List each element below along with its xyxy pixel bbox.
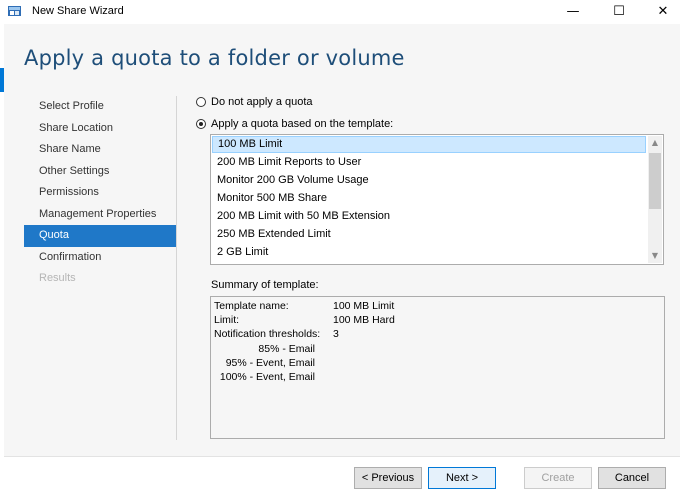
minimize-icon[interactable]: — [550, 0, 596, 24]
summary-value: 3 [333, 328, 339, 340]
template-list-scrollbar[interactable]: ▲ ▼ [648, 136, 662, 263]
summary-box: Template name: 100 MB Limit Limit: 100 MB … [210, 296, 665, 439]
threshold-item: 95% - Event, Email [225, 357, 315, 369]
previous-button[interactable]: < Previous [354, 467, 422, 489]
maximize-icon[interactable]: ☐ [596, 0, 642, 24]
nav-divider [176, 96, 177, 440]
summary-value: 100 MB Hard [333, 314, 395, 326]
threshold-item: 100% - Event, Email [219, 371, 315, 383]
cancel-button[interactable]: Cancel [598, 467, 666, 489]
create-button: Create [524, 467, 592, 489]
next-button[interactable]: Next > [428, 467, 496, 489]
radio-button-checked[interactable] [196, 119, 206, 129]
footer-divider [4, 456, 680, 457]
nav-item-quota[interactable]: Quota [24, 225, 176, 247]
radio-button[interactable] [196, 97, 206, 107]
title-bar: New Share Wizard — ☐ ✕ [0, 0, 680, 24]
template-item[interactable]: Monitor 200 GB Volume Usage [212, 172, 646, 189]
summary-key: Template name: [214, 300, 289, 312]
radio-apply-template[interactable]: Apply a quota based on the template: [196, 116, 393, 132]
template-item[interactable]: 200 MB Limit with 50 MB Extension [212, 208, 646, 225]
summary-limit-row: Limit: 100 MB Hard [214, 313, 395, 327]
nav-item-select-profile[interactable]: Select Profile [24, 96, 176, 118]
template-list[interactable]: 100 MB Limit 200 MB Limit Reports to Use… [210, 134, 664, 265]
nav-item-share-name[interactable]: Share Name [24, 139, 176, 161]
template-item[interactable]: 250 MB Extended Limit [212, 226, 646, 243]
summary-label: Summary of template: [211, 279, 319, 291]
close-icon[interactable]: ✕ [640, 0, 680, 24]
nav-item-other-settings[interactable]: Other Settings [24, 161, 176, 183]
nav-item-management-properties[interactable]: Management Properties [24, 204, 176, 226]
radio-no-quota-label: Do not apply a quota [211, 96, 313, 108]
scroll-up-icon[interactable]: ▲ [648, 136, 662, 150]
summary-key: Limit: [214, 314, 240, 326]
summary-key: Notification thresholds: [214, 328, 321, 340]
nav-item-results: Results [39, 272, 76, 284]
nav-item-confirmation[interactable]: Confirmation [24, 247, 176, 269]
share-wizard-icon [8, 6, 21, 16]
summary-thresholds-row: Notification thresholds: 3 [214, 327, 339, 341]
radio-no-quota[interactable]: Do not apply a quota [196, 94, 313, 110]
window-title: New Share Wizard [32, 5, 124, 17]
threshold-item: 85% - Email [258, 343, 315, 355]
wizard-navigation: Select Profile Share Location Share Name… [24, 96, 176, 290]
summary-template-name-row: Template name: 100 MB Limit [214, 299, 394, 313]
summary-value: 100 MB Limit [333, 300, 395, 312]
scroll-down-icon[interactable]: ▼ [648, 249, 662, 263]
page-title: Apply a quota to a folder or volume [24, 46, 405, 70]
template-item[interactable]: Monitor 500 MB Share [212, 190, 646, 207]
template-item-selected[interactable]: 100 MB Limit [212, 136, 646, 153]
template-item[interactable]: 200 MB Limit Reports to User [212, 154, 646, 171]
scrollbar-thumb[interactable] [649, 153, 661, 209]
nav-item-permissions[interactable]: Permissions [24, 182, 176, 204]
radio-apply-template-label: Apply a quota based on the template: [211, 118, 394, 130]
nav-item-share-location[interactable]: Share Location [24, 118, 176, 140]
template-item[interactable]: 2 GB Limit [212, 244, 646, 261]
